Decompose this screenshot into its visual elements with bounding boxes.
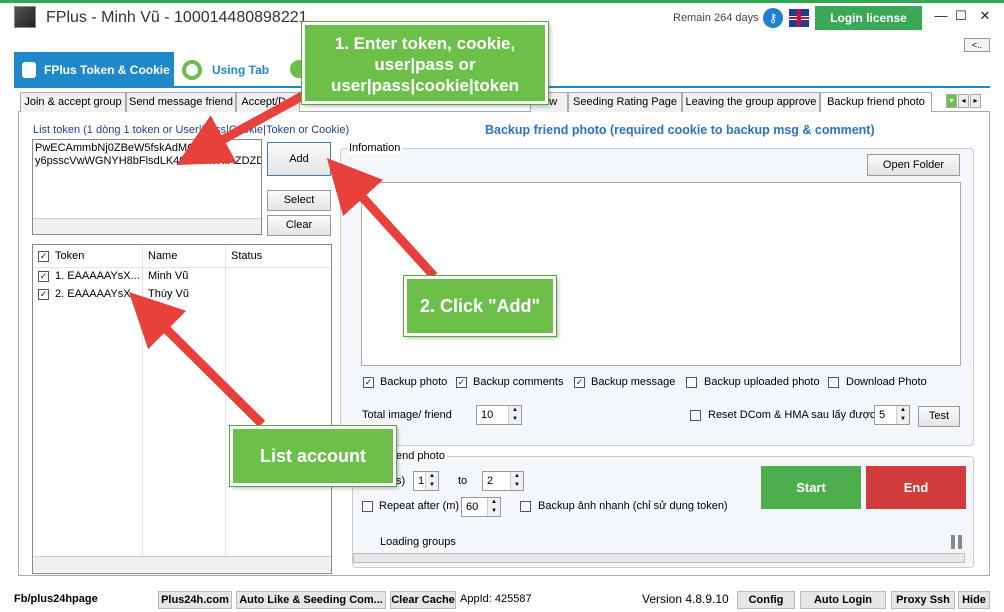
start-button[interactable]: Start — [761, 466, 861, 509]
select-all-checkbox[interactable]: ✓ — [38, 251, 49, 262]
column-divider — [225, 246, 226, 556]
quick-backup-label: Backup ảnh nhanh (chỉ sử dụng token) — [538, 500, 728, 512]
information-log[interactable] — [361, 182, 961, 366]
step2-callout: 2. Click "Add" — [403, 275, 557, 337]
column-header-status[interactable]: Status — [231, 250, 262, 262]
delay-label: s) — [396, 475, 406, 487]
bottle-icon — [22, 62, 36, 78]
download-photo-checkbox[interactable] — [828, 377, 839, 388]
auto-login-button[interactable]: Auto Login — [800, 591, 886, 609]
list-account-callout: List account — [229, 425, 397, 487]
backup-message-label: Backup message — [591, 376, 676, 388]
column-header-name[interactable]: Name — [148, 250, 177, 262]
clear-cache-button[interactable]: Clear Cache — [390, 591, 456, 609]
backup-comments-label: Backup comments — [473, 376, 564, 388]
close-icon[interactable]: ✕ — [974, 6, 996, 26]
uk-flag-icon[interactable] — [789, 9, 809, 27]
friend-group-label: end photo — [394, 450, 447, 462]
config-button[interactable]: Config — [737, 591, 795, 609]
app-icon — [14, 6, 36, 28]
version: Version 4.8.9.10 — [642, 592, 729, 606]
quick-backup-checkbox[interactable] — [520, 501, 531, 512]
section-title: Backup friend photo (required cookie to … — [485, 123, 875, 137]
clear-button[interactable]: Clear — [267, 215, 331, 236]
account-token: 1. EAAAAAYsX... — [55, 270, 140, 282]
test-button[interactable]: Test — [918, 406, 960, 427]
to-label: to — [458, 475, 468, 487]
end-button[interactable]: End — [866, 466, 966, 509]
app-id: AppId: 425587 — [460, 593, 532, 605]
tab-using[interactable]: Using Tab — [212, 63, 269, 77]
maximize-icon[interactable]: ☐ — [950, 6, 972, 26]
account-list-scrollbar[interactable] — [33, 556, 331, 572]
key-icon[interactable]: ⚷ — [763, 8, 783, 28]
collapse-button[interactable]: <.. — [964, 38, 990, 52]
total-image-label: Total image/ friend — [362, 409, 452, 421]
download-photo-label: Download Photo — [846, 376, 927, 388]
header-divider — [33, 267, 331, 268]
column-divider — [142, 246, 143, 556]
subtab-leaving-group[interactable]: Leaving the group approve — [682, 92, 820, 112]
reset-dcom-value: 5 — [879, 409, 886, 421]
minimize-icon[interactable]: — — [930, 6, 952, 26]
repeat-value: 60 — [466, 501, 479, 513]
delay-to-value: 2 — [487, 475, 494, 487]
backup-message-checkbox[interactable]: ✓ — [574, 377, 585, 388]
delay-from-stepper[interactable]: 1 ▲ ▼ — [413, 471, 439, 491]
progress-bar — [353, 553, 965, 563]
backup-comments-checkbox[interactable]: ✓ — [456, 377, 467, 388]
reset-dcom-stepper[interactable]: 5 ▲ ▼ — [874, 405, 910, 425]
repeat-label: Repeat after (m) — [379, 500, 460, 512]
open-folder-button[interactable]: Open Folder — [867, 154, 960, 176]
account-name: Minh Vũ — [148, 270, 189, 282]
information-label: Infomation — [347, 142, 403, 154]
subtab-join-accept-group[interactable]: Join & accept group — [20, 92, 126, 112]
delay-from-value: 1 — [418, 475, 425, 487]
row-checkbox[interactable]: ✓ — [38, 289, 49, 300]
subtab-seeding-rating-page[interactable]: Seeding Rating Page — [568, 92, 682, 112]
link-icon — [182, 60, 202, 80]
total-image-stepper[interactable]: 10 ▲ ▼ — [476, 405, 522, 425]
fb-page-link[interactable]: Fb/plus24hpage — [14, 591, 98, 609]
repeat-checkbox[interactable] — [362, 501, 373, 512]
site-link-button[interactable]: Plus24h.com — [158, 591, 232, 609]
total-image-value: 10 — [481, 409, 494, 421]
step1-callout: 1. Enter token, cookie, user|pass or use… — [301, 21, 549, 105]
select-button[interactable]: Select — [267, 190, 331, 211]
reset-dcom-checkbox[interactable] — [690, 410, 701, 421]
account-token: 2. EAAAAAYsX... — [55, 288, 140, 300]
reset-dcom-label: Reset DCom & HMA sau lấy được — [708, 409, 876, 421]
tab-list-icon[interactable]: ▾ — [946, 94, 957, 108]
account-name: Thúy Vũ — [148, 288, 189, 300]
proxy-ssh-button[interactable]: Proxy Ssh — [891, 591, 955, 609]
column-header-token[interactable]: Token — [55, 250, 84, 262]
pause-icon[interactable] — [951, 535, 963, 549]
backup-photo-label: Backup photo — [380, 376, 448, 388]
tab-left-icon[interactable]: ◂ — [958, 94, 969, 108]
backup-uploaded-photo-checkbox[interactable] — [686, 377, 697, 388]
token-scrollbar[interactable] — [33, 218, 261, 234]
subtab-send-message-friend[interactable]: Send message friend — [126, 92, 236, 112]
add-button[interactable]: Add — [267, 142, 331, 176]
remain-days: Remain 264 days — [673, 12, 759, 24]
tab-right-icon[interactable]: ▸ — [970, 94, 981, 108]
subtab-accept-del[interactable]: Accept/Del — [236, 92, 300, 112]
window-title: FPlus - Minh Vũ - 100014480898221 — [46, 9, 308, 26]
tab-fplus-token-cookie[interactable]: FPlus Token & Cookie — [14, 52, 174, 88]
loading-label: Loading groups — [380, 536, 456, 548]
hide-button[interactable]: Hide — [958, 591, 990, 609]
login-license-button[interactable]: Login license — [815, 6, 922, 30]
list-token-label: List token (1 dòng 1 token or User|Pass|… — [33, 124, 350, 136]
repeat-stepper[interactable]: 60 ▲ ▼ — [461, 497, 501, 517]
backup-photo-checkbox[interactable]: ✓ — [363, 377, 374, 388]
delay-to-stepper[interactable]: 2 ▲ ▼ — [482, 471, 524, 491]
row-checkbox[interactable]: ✓ — [38, 271, 49, 282]
subtab-backup-friend-photo[interactable]: Backup friend photo — [820, 92, 932, 113]
auto-like-button[interactable]: Auto Like & Seeding Com... — [236, 591, 386, 609]
backup-uploaded-photo-label: Backup uploaded photo — [704, 376, 820, 388]
